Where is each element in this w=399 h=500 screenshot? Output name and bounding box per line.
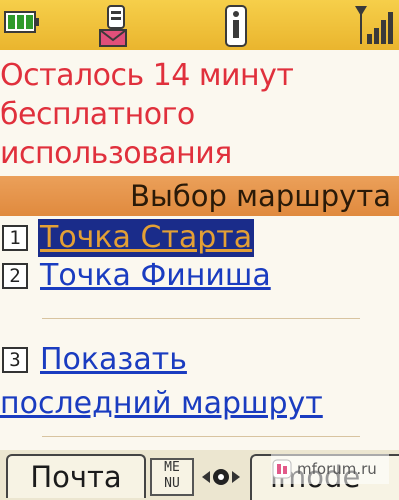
free-usage-notice: Осталось 14 минут бесплатного использова… <box>0 56 399 173</box>
menu-item-finish-point[interactable]: 2 Точка Финиша <box>2 256 273 296</box>
screen-title: Выбор маршрута <box>130 179 391 213</box>
menu-item-show-last-route[interactable]: 3 Показать <box>2 340 189 380</box>
screen-title-bar: Выбор маршрута <box>0 176 399 216</box>
menu-key-text: ME <box>164 460 180 475</box>
watermark: mforum.ru <box>271 454 389 484</box>
i-appli-icon <box>225 5 247 47</box>
mail-icon <box>99 5 127 47</box>
notice-line: использования <box>0 136 232 171</box>
menu-item-label: Показать <box>40 342 187 377</box>
key-3-icon: 3 <box>2 347 28 373</box>
navigation-key-icon[interactable] <box>198 460 244 494</box>
menu-item-start-point[interactable]: 1 Точка Старта <box>2 218 255 258</box>
divider <box>42 436 360 437</box>
notice-line: Осталось 14 минут <box>0 58 294 93</box>
menu-item-label: Точка Старта <box>38 219 255 257</box>
watermark-logo-icon <box>272 459 292 479</box>
key-1-icon: 1 <box>2 225 28 251</box>
key-2-icon: 2 <box>2 263 28 289</box>
signal-antenna-icon <box>355 6 393 44</box>
battery-full-icon <box>4 11 39 33</box>
watermark-text: mforum.ru <box>297 460 377 478</box>
notice-line: бесплатного <box>0 97 195 132</box>
mail-softkey[interactable]: Почта <box>6 454 146 498</box>
menu-key-text: NU <box>164 476 180 491</box>
menu-item-label: Точка Финиша <box>40 258 271 293</box>
divider <box>42 318 360 319</box>
menu-item-label-continued[interactable]: последний маршрут <box>0 385 323 423</box>
menu-key[interactable]: ME NU <box>150 458 194 496</box>
status-bar <box>0 0 399 50</box>
